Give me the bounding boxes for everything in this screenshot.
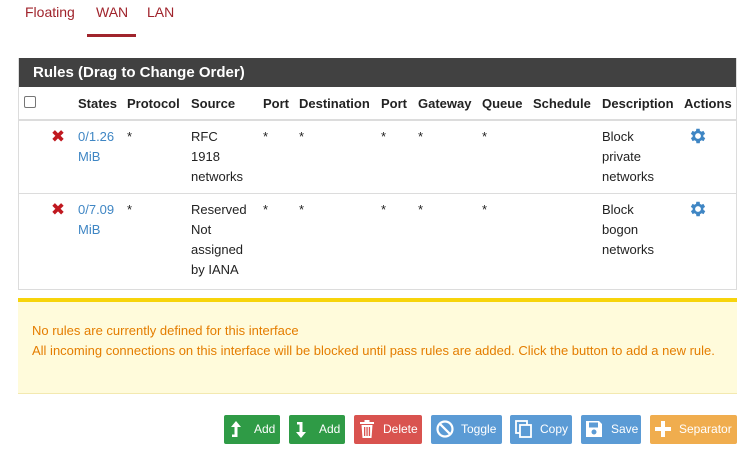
header-actions: Actions bbox=[684, 87, 736, 121]
protocol-cell: * bbox=[127, 120, 191, 194]
states-link[interactable]: 0/1.26 MiB bbox=[78, 129, 114, 164]
copy-button[interactable]: Copy bbox=[510, 415, 572, 444]
header-destination-port: Port bbox=[381, 87, 418, 121]
tab-floating[interactable]: Floating bbox=[25, 4, 75, 20]
header-schedule: Schedule bbox=[533, 87, 602, 121]
add-separator-button[interactable]: Separator bbox=[650, 415, 737, 444]
panel-title: Rules (Drag to Change Order) bbox=[19, 58, 736, 87]
queue-cell: * bbox=[482, 120, 533, 194]
copy-label: Copy bbox=[540, 422, 569, 436]
source-port-cell: * bbox=[263, 201, 269, 217]
add-rule-top-button[interactable]: Add bbox=[224, 415, 280, 444]
rules-table: States Protocol Source Port Destination … bbox=[19, 87, 736, 280]
save-button[interactable]: Save bbox=[581, 415, 641, 444]
select-all-checkbox[interactable] bbox=[24, 96, 36, 109]
gear-icon[interactable] bbox=[688, 199, 708, 219]
toggle-label: Toggle bbox=[461, 422, 497, 436]
trash-icon bbox=[360, 420, 374, 438]
separator-label: Separator bbox=[679, 422, 732, 436]
header-states: States bbox=[78, 87, 127, 121]
rules-panel: Rules (Drag to Change Order) States Prot… bbox=[18, 58, 737, 290]
add-bottom-label: Add bbox=[319, 422, 341, 436]
header-description: Description bbox=[602, 87, 684, 121]
toggle-button[interactable]: Toggle bbox=[431, 415, 502, 444]
delete-label: Delete bbox=[383, 422, 418, 436]
tab-wan[interactable]: WAN bbox=[96, 4, 128, 20]
block-x-icon: ✖ bbox=[50, 127, 66, 146]
destination-cell: * bbox=[299, 201, 305, 217]
ban-icon bbox=[436, 420, 454, 438]
header-queue: Queue bbox=[482, 87, 533, 121]
protocol-cell: * bbox=[127, 201, 133, 217]
destination-cell: * bbox=[299, 120, 381, 194]
gateway-cell: * bbox=[418, 201, 424, 217]
states-link[interactable]: 0/7.09 MiB bbox=[78, 202, 114, 237]
gear-icon[interactable] bbox=[688, 126, 708, 146]
alert-line-2: All incoming connections on this interfa… bbox=[32, 343, 715, 358]
floppy-disk-icon bbox=[586, 421, 602, 437]
copy-icon bbox=[515, 420, 532, 438]
table-row[interactable]: ✖ 0/7.09 MiB * Reserved Not assigned by IANA… bbox=[19, 193, 736, 280]
alert-line-1: No rules are currently defined for this … bbox=[32, 323, 299, 338]
active-tab-indicator bbox=[87, 34, 136, 37]
tab-lan[interactable]: LAN bbox=[147, 4, 174, 20]
destination-port-cell: * bbox=[381, 201, 387, 217]
save-label: Save bbox=[611, 422, 639, 436]
queue-cell: * bbox=[482, 201, 488, 217]
table-header-row: States Protocol Source Port Destination … bbox=[19, 87, 736, 121]
header-source: Source bbox=[191, 87, 263, 121]
source-port-cell: * bbox=[263, 120, 299, 194]
source-cell: Reserved Not assigned by IANA bbox=[191, 201, 247, 277]
source-cell: RFC 1918 networks bbox=[191, 120, 263, 194]
table-row[interactable]: ✖ 0/1.26 MiB * RFC 1918 networks * * * * * … bbox=[19, 120, 736, 194]
destination-port-cell: * bbox=[381, 120, 418, 194]
arrow-down-icon bbox=[296, 422, 306, 438]
header-protocol: Protocol bbox=[127, 87, 191, 121]
block-x-icon: ✖ bbox=[50, 199, 66, 219]
status-header bbox=[46, 87, 78, 121]
header-source-port: Port bbox=[263, 87, 299, 121]
add-top-label: Add bbox=[254, 422, 276, 436]
description-cell: Block private networks bbox=[602, 120, 684, 194]
schedule-cell bbox=[533, 193, 602, 280]
description-cell: Block bogon networks bbox=[602, 201, 655, 257]
schedule-cell bbox=[533, 120, 602, 194]
arrow-up-icon bbox=[231, 421, 241, 437]
add-rule-bottom-button[interactable]: Add bbox=[289, 415, 345, 444]
select-all-cell bbox=[19, 87, 46, 121]
interface-tabs: Floating WAN LAN bbox=[0, 0, 749, 40]
plus-icon bbox=[655, 421, 671, 437]
no-rules-alert: No rules are currently defined for this … bbox=[18, 298, 737, 394]
header-destination: Destination bbox=[299, 87, 381, 121]
delete-button[interactable]: Delete bbox=[354, 415, 422, 444]
header-gateway: Gateway bbox=[418, 87, 482, 121]
gateway-cell: * bbox=[418, 120, 482, 194]
